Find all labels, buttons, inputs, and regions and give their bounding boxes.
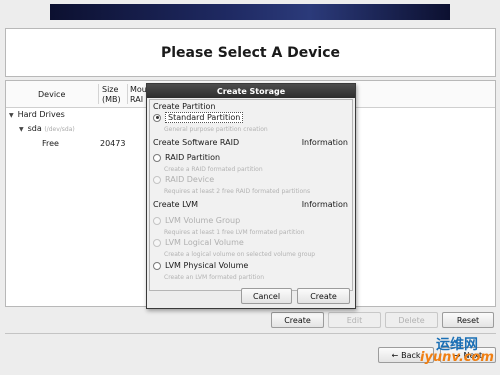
option-label: LVM Volume Group xyxy=(165,216,241,225)
option-description: Create a RAID formated partition xyxy=(164,166,263,173)
radio-unselected-icon[interactable] xyxy=(153,216,161,225)
option-label: LVM Logical Volume xyxy=(165,238,244,247)
radio-lvm-volume-group[interactable]: LVM Volume Group xyxy=(153,216,240,225)
dialog-title: Create Storage xyxy=(147,84,355,98)
column-header-device[interactable]: Device xyxy=(38,90,65,100)
column-separator xyxy=(98,84,99,104)
radio-unselected-icon[interactable] xyxy=(153,261,161,270)
tree-label: sda xyxy=(27,124,42,133)
radio-standard-partition[interactable]: Standard Partition xyxy=(153,112,244,123)
section-create-lvm: Create LVM xyxy=(153,200,199,209)
option-label: Standard Partition xyxy=(165,112,244,123)
option-description: Requires at least 1 free LVM formated pa… xyxy=(164,229,305,236)
radio-selected-icon[interactable] xyxy=(153,113,161,122)
tree-row-hard-drives[interactable]: ▼ Hard Drives xyxy=(9,110,65,119)
dialog-create-button[interactable]: Create xyxy=(297,288,350,304)
column-header-size[interactable]: Size (MB) xyxy=(102,85,121,105)
tree-row-sda[interactable]: ▼ sda (/dev/sda) xyxy=(19,124,75,133)
create-storage-dialog: Create Storage Create Partition Standard… xyxy=(146,83,356,309)
option-description: General purpose partition creation xyxy=(164,126,268,133)
page-title: Please Select A Device xyxy=(161,44,340,61)
radio-raid-partition[interactable]: RAID Partition xyxy=(153,153,220,162)
free-size-value: 20473 xyxy=(100,139,126,148)
expander-down-icon[interactable]: ▼ xyxy=(19,126,24,133)
site-watermark: 运维网 iyunv.com xyxy=(392,332,500,375)
create-button[interactable]: Create xyxy=(271,312,324,328)
tree-label: Free xyxy=(42,139,59,148)
option-description: Create a logical volume on selected volu… xyxy=(164,251,316,258)
column-separator xyxy=(127,84,128,104)
watermark-text-en: iyunv.com xyxy=(420,350,494,365)
radio-unselected-icon[interactable] xyxy=(153,175,161,184)
option-label: RAID Device xyxy=(165,175,215,184)
edit-button[interactable]: Edit xyxy=(328,312,381,328)
dialog-body: Create Partition Standard Partition Gene… xyxy=(149,99,353,291)
page-header: Please Select A Device xyxy=(5,28,496,77)
option-label: RAID Partition xyxy=(165,153,221,162)
radio-unselected-icon[interactable] xyxy=(153,238,161,247)
section-create-software-raid: Create Software RAID xyxy=(153,138,240,147)
option-description: Requires at least 2 free RAID formated p… xyxy=(164,188,311,195)
radio-raid-device[interactable]: RAID Device xyxy=(153,175,214,184)
option-description: Create an LVM formated partition xyxy=(164,274,264,281)
radio-lvm-logical-volume[interactable]: LVM Logical Volume xyxy=(153,238,244,247)
information-link[interactable]: Information xyxy=(302,138,348,147)
expander-down-icon[interactable]: ▼ xyxy=(9,112,14,119)
option-label: LVM Physical Volume xyxy=(165,261,249,270)
cancel-button[interactable]: Cancel xyxy=(241,288,292,304)
tree-label: Hard Drives xyxy=(17,110,65,119)
tree-row-free[interactable]: Free xyxy=(42,139,59,148)
reset-button[interactable]: Reset xyxy=(442,312,494,328)
section-create-partition: Create Partition xyxy=(153,102,216,111)
top-banner xyxy=(50,4,450,20)
information-link[interactable]: Information xyxy=(302,200,348,209)
device-path: (/dev/sda) xyxy=(44,126,75,133)
radio-unselected-icon[interactable] xyxy=(153,153,161,162)
radio-lvm-physical-volume[interactable]: LVM Physical Volume xyxy=(153,261,248,270)
delete-button[interactable]: Delete xyxy=(385,312,438,328)
